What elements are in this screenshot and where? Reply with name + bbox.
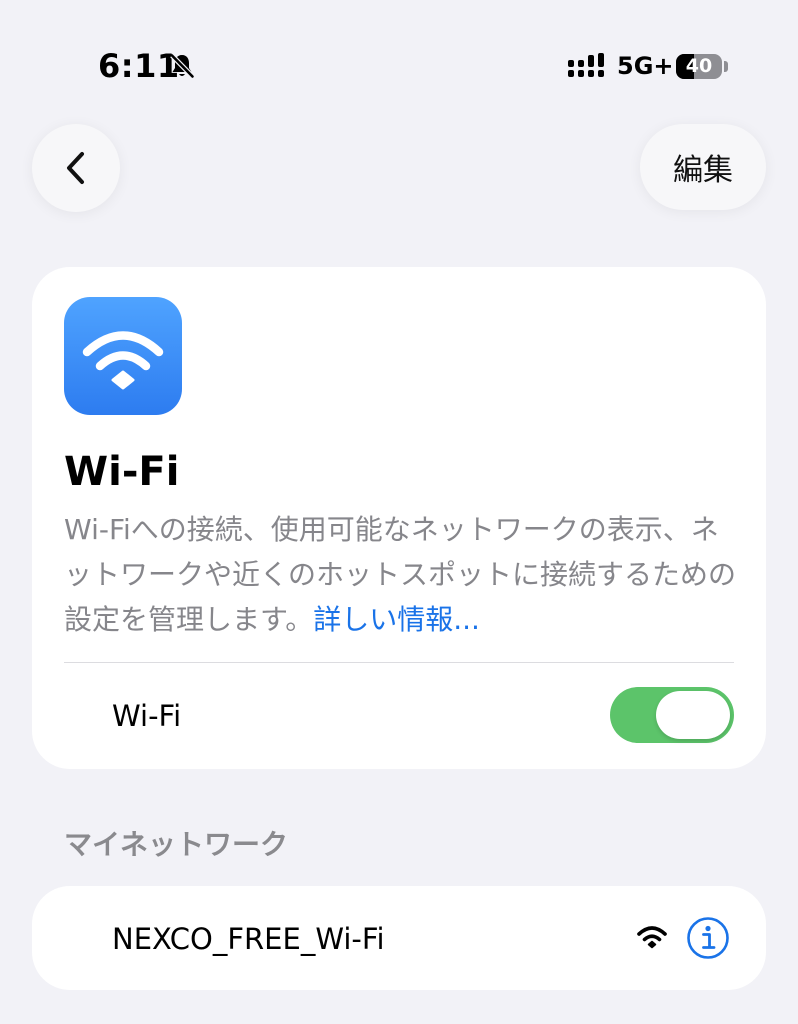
battery-indicator: 40	[676, 54, 722, 79]
wifi-description: Wi-Fiへの接続、使用可能なネットワークの表示、ネットワークや近くのホットスポ…	[64, 507, 744, 642]
page-title: Wi-Fi	[64, 449, 180, 495]
network-type: 5G+	[617, 52, 674, 80]
wifi-app-icon	[64, 297, 182, 415]
wifi-icon	[82, 331, 164, 390]
wifi-toggle-row: Wi-Fi	[32, 663, 766, 769]
wifi-toggle[interactable]	[610, 687, 734, 743]
edit-button[interactable]: 編集	[640, 124, 766, 210]
bell-slash-icon	[170, 53, 195, 79]
wifi-card: Wi-Fi Wi-Fiへの接続、使用可能なネットワークの表示、ネットワークや近く…	[32, 267, 766, 769]
chevron-left-icon	[67, 152, 84, 184]
status-bar: 6:11 5G+ 40	[0, 0, 798, 130]
battery-level: 40	[685, 55, 713, 77]
toggle-knob	[656, 691, 730, 739]
my-networks-header: マイネットワーク	[64, 828, 289, 861]
wifi-signal-icon	[637, 926, 667, 949]
learn-more-link[interactable]: 詳しい情報...	[313, 603, 480, 636]
network-list-item[interactable]: NEXCO_FREE_Wi-Fi	[32, 886, 766, 990]
battery-tip	[724, 61, 728, 72]
cellular-signal-icon	[568, 53, 604, 77]
info-circle-icon[interactable]	[686, 916, 730, 960]
back-button[interactable]	[32, 124, 120, 212]
wifi-toggle-label: Wi-Fi	[112, 699, 182, 733]
network-name: NEXCO_FREE_Wi-Fi	[112, 922, 385, 956]
